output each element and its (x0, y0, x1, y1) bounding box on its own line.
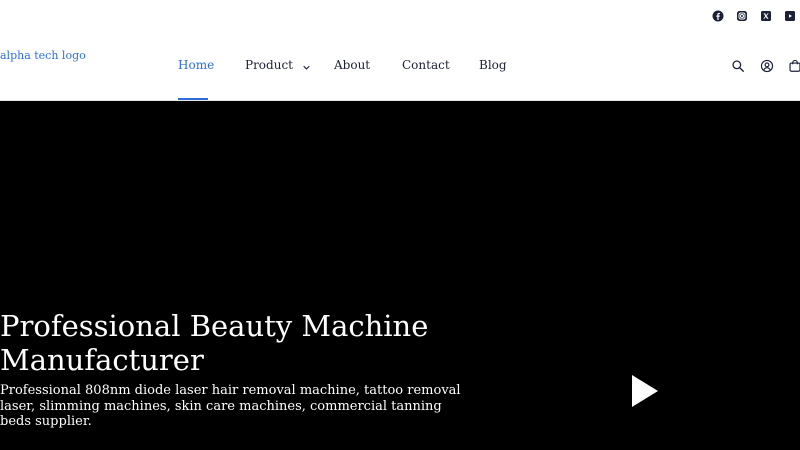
cart-icon[interactable] (788, 58, 800, 72)
hero-section: Professional Beauty Machine Manufacturer… (0, 101, 800, 450)
site-header: alpha tech logo Home Product About Conta… (0, 32, 800, 100)
nav-home[interactable]: Home (178, 58, 214, 72)
facebook-icon[interactable] (708, 6, 728, 26)
site-logo[interactable]: alpha tech logo (0, 49, 86, 62)
chevron-down-icon (303, 59, 310, 73)
nav-about[interactable]: About (334, 58, 370, 72)
hero-title: Professional Beauty Machine Manufacturer (0, 309, 429, 377)
nav-product[interactable]: Product (245, 58, 310, 73)
youtube-icon[interactable] (780, 6, 800, 26)
nav-blog[interactable]: Blog (479, 58, 507, 72)
hero-subtitle: Professional 808nm diode laser hair remo… (0, 383, 461, 429)
account-icon[interactable] (760, 58, 774, 73)
nav-product-label: Product (245, 58, 293, 72)
search-icon[interactable] (731, 58, 745, 72)
x-twitter-icon[interactable] (756, 6, 776, 26)
play-icon[interactable] (628, 373, 660, 409)
nav-contact[interactable]: Contact (402, 58, 450, 72)
instagram-icon[interactable] (732, 6, 752, 26)
social-bar (0, 0, 800, 32)
